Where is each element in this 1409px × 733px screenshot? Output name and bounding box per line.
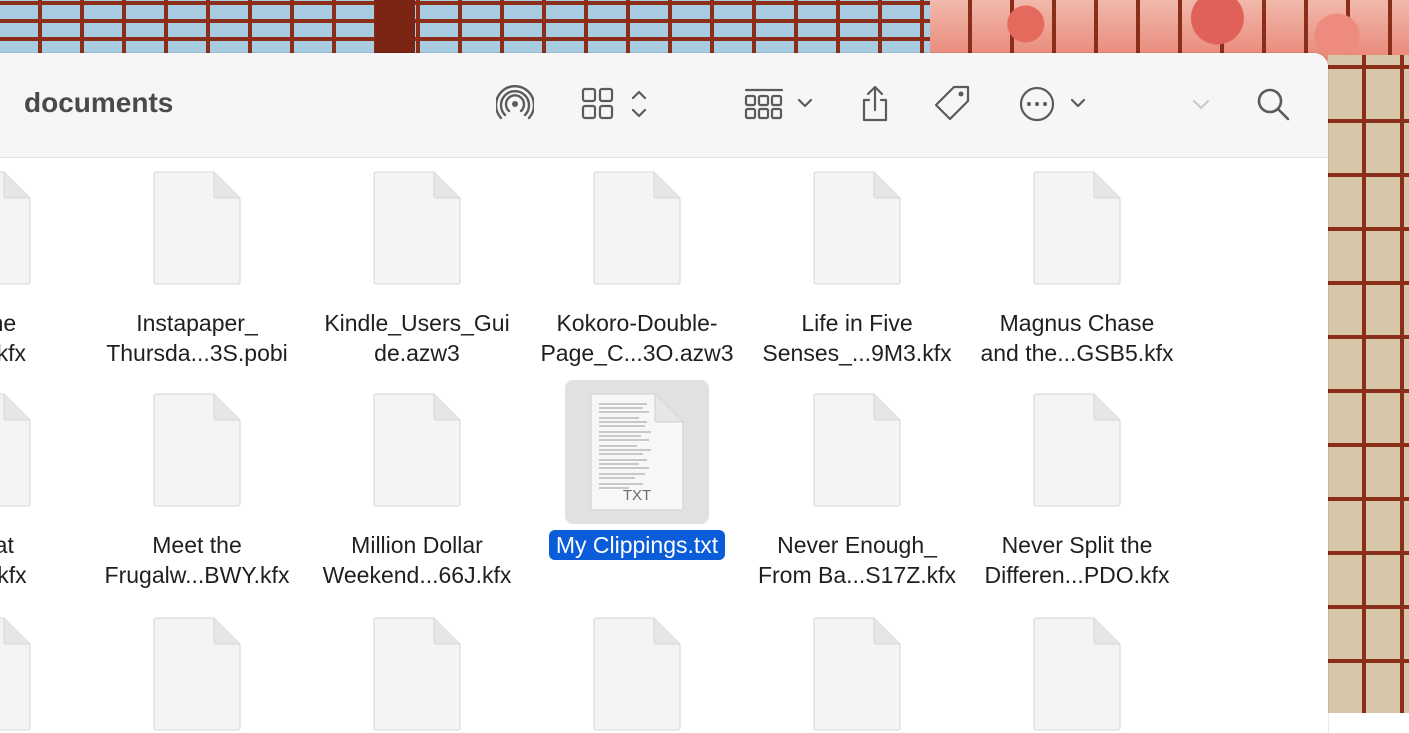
file-name-line1: Never Enough_ (777, 532, 937, 558)
txt-badge: TXT (623, 487, 651, 504)
document-icon (0, 393, 31, 507)
file-name-line2: KS9.kfx (0, 562, 27, 588)
document-icon (1033, 171, 1121, 285)
document-icon (593, 171, 681, 285)
selected-thumbnail: TXT (565, 380, 709, 524)
document-icon (813, 171, 901, 285)
document-icon (153, 617, 241, 731)
file-item[interactable]: Life in Five Senses_...9M3.kfx (747, 158, 967, 368)
document-icon (373, 393, 461, 507)
file-name-line1: What (0, 532, 14, 558)
text-document-icon: TXT (590, 393, 684, 511)
document-icon (1033, 393, 1121, 507)
file-name-line1: Kindle_Users_Gui (324, 310, 510, 336)
document-icon (373, 171, 461, 285)
file-item[interactable] (747, 604, 967, 733)
group-icon[interactable] (742, 83, 818, 125)
file-name-line1: Instapaper_ (136, 310, 258, 336)
collapse-chevron-icon[interactable] (1186, 83, 1216, 125)
file-name-line2: Senses_...9M3.kfx (762, 340, 952, 366)
window-title: documents (24, 87, 174, 118)
file-name-line2: Weekend...66J.kfx (322, 562, 512, 588)
finder-window: documents e kfx Instapaper_ Thursda...3S… (0, 53, 1328, 733)
file-item[interactable]: Instapaper_ Thursda...3S.pobi (87, 158, 307, 368)
file-item[interactable] (967, 604, 1187, 733)
file-item-selected[interactable]: TXT My Clippings.txt (527, 380, 747, 560)
file-item[interactable]: Million Dollar Weekend...66J.kfx (307, 380, 527, 590)
wallpaper-post (375, 0, 415, 55)
file-name-line2: Frugalw...BWY.kfx (104, 562, 290, 588)
toolbar: documents (0, 53, 1328, 158)
share-icon[interactable] (855, 83, 895, 125)
file-name-line2: de.azw3 (374, 340, 460, 366)
file-item[interactable] (87, 604, 307, 733)
file-name-selected: My Clippings.txt (548, 530, 726, 560)
file-item[interactable]: Kokoro-Double- Page_C...3O.azw3 (527, 158, 747, 368)
file-item[interactable]: Never Enough_ From Ba...S17Z.kfx (747, 380, 967, 590)
file-item[interactable]: o The 2N4.kfx (0, 158, 97, 368)
file-name-line1: Life in Five (801, 310, 913, 336)
document-icon (813, 393, 901, 507)
file-name-line2: Thursda...3S.pobi (106, 340, 288, 366)
file-name-line1: Kokoro-Double- (556, 310, 718, 336)
file-name-line1: Never Split the (1001, 532, 1153, 558)
file-item[interactable]: Magnus Chase and the...GSB5.kfx (967, 158, 1187, 368)
file-item[interactable] (307, 604, 527, 733)
tag-icon[interactable] (930, 83, 976, 125)
file-name-line1: Million Dollar (351, 532, 483, 558)
file-grid: o The 2N4.kfx Instapaper_ Thursda...3S.pob… (0, 158, 1328, 733)
document-icon (153, 171, 241, 285)
search-icon[interactable] (1252, 83, 1294, 125)
file-name-line1: o The (0, 310, 17, 336)
file-name-line2: From Ba...S17Z.kfx (757, 562, 957, 588)
document-icon (373, 617, 461, 731)
document-icon (0, 171, 31, 285)
file-name-line2: 2N4.kfx (0, 340, 26, 366)
file-item[interactable]: Kindle_Users_Gui de.azw3 (307, 158, 527, 368)
airdrop-icon[interactable] (494, 83, 536, 125)
icon-view-icon[interactable] (578, 83, 656, 125)
document-icon (593, 617, 681, 731)
file-name-line2: Page_C...3O.azw3 (540, 340, 734, 366)
file-name-line1: Meet the (152, 532, 242, 558)
document-icon (0, 617, 31, 731)
document-icon (153, 393, 241, 507)
wallpaper-foliage (930, 0, 1409, 60)
wallpaper-lattice-right (1328, 55, 1409, 713)
document-icon (1033, 617, 1121, 731)
file-item[interactable] (0, 604, 97, 733)
file-item[interactable]: Meet the Frugalw...BWY.kfx (87, 380, 307, 590)
more-icon[interactable] (1016, 83, 1092, 125)
file-item[interactable]: Never Split the Differen...PDO.kfx (967, 380, 1187, 590)
document-icon (813, 617, 901, 731)
file-name-line1: Magnus Chase (999, 310, 1155, 336)
file-item[interactable] (527, 604, 747, 733)
file-name-line2: and the...GSB5.kfx (980, 340, 1174, 366)
file-name-line2: Differen...PDO.kfx (984, 562, 1170, 588)
file-item[interactable]: What KS9.kfx (0, 380, 97, 590)
